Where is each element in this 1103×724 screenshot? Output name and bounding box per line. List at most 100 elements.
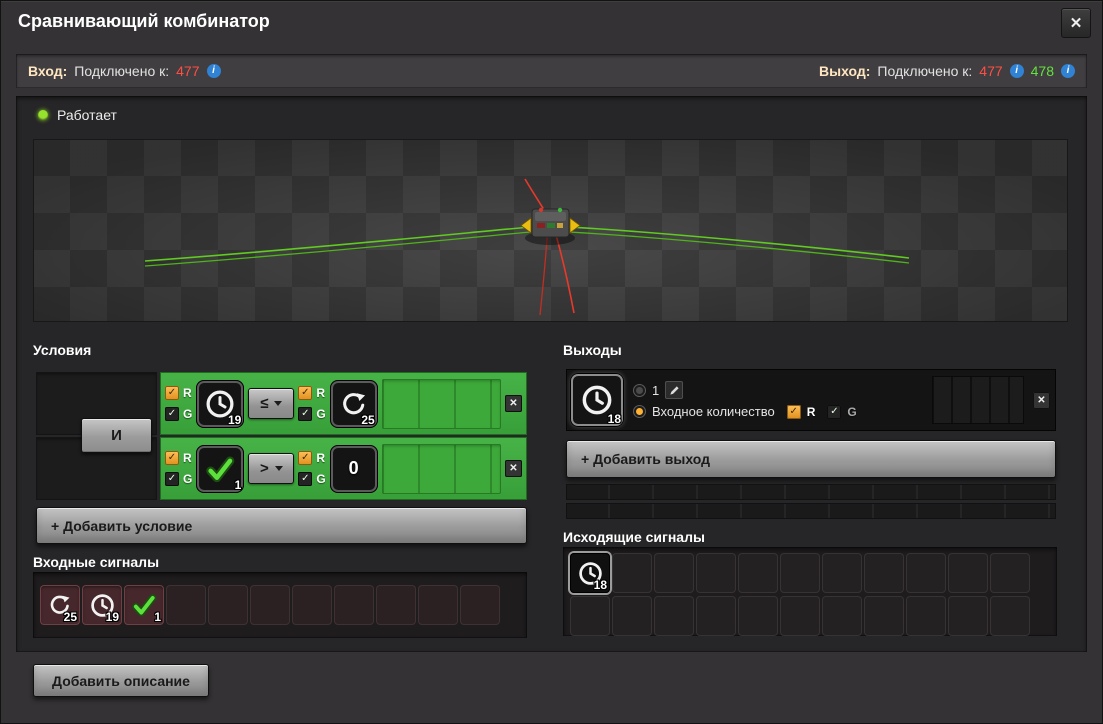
close-button[interactable]: ✕ — [1061, 8, 1091, 38]
red-network-checkbox[interactable]: ✓ — [165, 386, 179, 400]
signal-slot[interactable]: 25 — [40, 585, 80, 625]
decider-combinator-window: Сравнивающий комбинатор ✕ Вход: Подключе… — [0, 0, 1103, 724]
connections-bar: Вход: Подключено к: 477 i Выход: Подключ… — [16, 54, 1087, 88]
conditions-title: Условия — [33, 342, 92, 358]
signal-count: 25 — [63, 610, 77, 624]
red-network-checkbox[interactable]: ✓ — [165, 451, 179, 465]
empty-slot — [738, 596, 778, 636]
add-condition-button[interactable]: + Добавить условие — [36, 507, 527, 544]
empty-slot — [612, 596, 652, 636]
empty-slot — [780, 596, 820, 636]
output-list-empty-row — [566, 484, 1056, 500]
check-icon: ✓ — [167, 452, 177, 463]
remove-condition-button[interactable]: ✕ — [505, 460, 522, 477]
signal-slot[interactable]: 18 — [570, 553, 610, 593]
constant-value-radio[interactable] — [633, 383, 646, 397]
condition-row: ✓ R ✓ G 1 > ✓ R ✓ G 0 ✕ — [160, 437, 527, 500]
signal-count: 18 — [607, 412, 621, 426]
red-network-label: R — [316, 451, 326, 465]
second-signal-button[interactable]: 25 — [329, 379, 378, 428]
green-network-checkbox[interactable]: ✓ — [827, 404, 842, 419]
close-icon: ✕ — [509, 463, 518, 474]
output-row: 18 1 Входное количество ✓ R ✓ G ✕ — [566, 369, 1056, 431]
first-signal-button[interactable]: 19 — [196, 379, 245, 428]
signal-count: 19 — [105, 610, 119, 624]
outgoing-signals-row — [570, 596, 1050, 636]
output-connections: Выход: Подключено к: 477 i 478 i — [819, 63, 1075, 79]
green-network-checkbox[interactable]: ✓ — [298, 472, 313, 486]
comparator-value: ≤ — [260, 395, 269, 412]
signal-count: 18 — [593, 578, 607, 592]
empty-slot — [250, 585, 290, 625]
output-connected-text: Подключено к: — [877, 63, 973, 79]
green-network-checkbox[interactable]: ✓ — [298, 407, 313, 421]
edit-constant-button[interactable] — [665, 381, 684, 399]
empty-slot — [738, 553, 778, 593]
first-signal-button[interactable]: 1 — [196, 444, 245, 493]
output-network-id-green: 478 — [1030, 63, 1054, 79]
window-title: Сравнивающий комбинатор — [18, 11, 270, 31]
red-network-checkbox[interactable]: ✓ — [298, 451, 313, 465]
empty-slot — [948, 596, 988, 636]
comparator-dropdown[interactable]: ≤ — [248, 388, 295, 419]
constant-value-label: 1 — [652, 382, 660, 398]
red-network-label: R — [183, 386, 192, 400]
info-icon[interactable]: i — [1009, 64, 1024, 78]
add-description-button[interactable]: Добавить описание — [33, 664, 209, 697]
signal-count: 1 — [154, 610, 161, 624]
red-network-label: R — [183, 451, 192, 465]
green-network-checkbox[interactable]: ✓ — [165, 407, 179, 421]
check-icon: ✓ — [167, 408, 177, 419]
input-count-radio[interactable] — [633, 405, 646, 418]
empty-slot — [570, 596, 610, 636]
signal-slot[interactable]: 19 — [82, 585, 122, 625]
empty-slot — [418, 585, 458, 625]
check-icon: ✓ — [301, 473, 310, 484]
status-row: Работает — [38, 107, 117, 123]
green-network-label: G — [316, 472, 326, 486]
second-signal-button[interactable]: 0 — [329, 444, 378, 493]
empty-slot — [948, 553, 988, 593]
empty-slot — [208, 585, 248, 625]
empty-slot — [864, 596, 904, 636]
empty-slot — [906, 596, 946, 636]
output-options: 1 Входное количество ✓ R ✓ G — [633, 381, 857, 419]
signal-count: 19 — [227, 412, 242, 427]
empty-slot — [990, 553, 1030, 593]
input-network-id: 477 — [176, 63, 200, 79]
comparator-dropdown[interactable]: > — [248, 453, 295, 484]
red-network-label: R — [316, 386, 326, 400]
check-icon: ✓ — [167, 473, 177, 484]
empty-slot — [654, 553, 694, 593]
condition-row: ✓ R ✓ G 19 ≤ ✓ R ✓ G 25 ✕ — [160, 372, 527, 435]
remove-output-button[interactable]: ✕ — [1033, 391, 1050, 409]
green-network-label: G — [316, 407, 326, 421]
close-icon: ✕ — [509, 398, 518, 409]
info-icon[interactable]: i — [206, 64, 221, 78]
and-operator-button[interactable]: И — [81, 418, 152, 453]
output-extra-slots — [932, 376, 1024, 424]
signal-slot[interactable]: 1 — [124, 585, 164, 625]
second-signal-networks: ✓ R ✓ G — [298, 451, 326, 486]
empty-slot — [376, 585, 416, 625]
outgoing-signals-title: Исходящие сигналы — [563, 529, 705, 545]
output-signal-button[interactable]: 18 — [570, 373, 624, 427]
check-icon: ✓ — [167, 387, 177, 398]
red-network-checkbox[interactable]: ✓ — [786, 404, 801, 419]
remove-condition-button[interactable]: ✕ — [505, 395, 522, 412]
empty-slot — [166, 585, 206, 625]
red-network-label: R — [806, 404, 816, 419]
green-network-label: G — [183, 407, 193, 421]
wire-diagram — [144, 178, 910, 316]
check-icon: ✓ — [830, 405, 839, 417]
add-output-button[interactable]: + Добавить выход — [566, 440, 1056, 478]
constant-value: 0 — [348, 458, 359, 478]
red-network-checkbox[interactable]: ✓ — [298, 386, 313, 400]
empty-slot — [822, 553, 862, 593]
edit-icon — [670, 385, 679, 395]
info-icon[interactable]: i — [1061, 64, 1075, 78]
empty-slot — [822, 596, 862, 636]
status-label: Работает — [57, 107, 117, 123]
green-network-checkbox[interactable]: ✓ — [165, 472, 179, 486]
check-icon: ✓ — [301, 452, 310, 463]
